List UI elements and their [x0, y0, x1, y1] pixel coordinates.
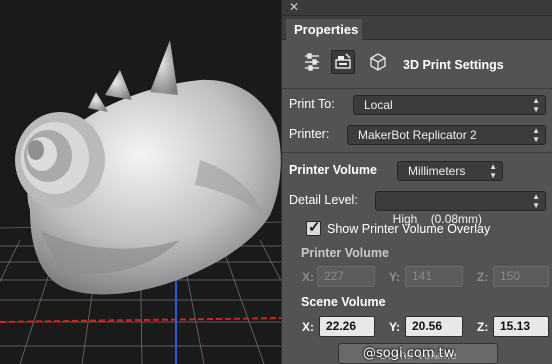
- panel-tab-bar: Properties: [282, 16, 552, 40]
- panel-title-bar: ✕: [282, 0, 552, 16]
- scene-volume-y-label: Y:: [389, 320, 401, 334]
- settings-title: 3D Print Settings: [403, 58, 504, 72]
- chevron-updown-icon: ▲ ▼: [532, 192, 540, 210]
- layers-icon[interactable]: [300, 50, 324, 74]
- show-overlay-label: Show Printer Volume Overlay: [327, 222, 491, 236]
- printer-volume-x-field: 227: [317, 266, 375, 287]
- print-to-value: Local: [364, 98, 393, 112]
- printer-label: Printer:: [289, 127, 330, 141]
- printer-dropdown[interactable]: MakerBot Replicator 2 ▲ ▼: [347, 125, 546, 145]
- divider: [282, 152, 552, 153]
- printer-volume-z-label: Z:: [477, 270, 489, 284]
- divider: [282, 88, 552, 89]
- properties-panel: ✕ Properties 3D Print Settings: [281, 0, 552, 364]
- scene-volume-z-label: Z:: [477, 320, 489, 334]
- scene-volume-y-field[interactable]: 20.56: [405, 316, 463, 337]
- printer-volume-x-label: X:: [302, 270, 314, 284]
- watermark-text: @sogi.com.tw: [363, 346, 455, 361]
- print-to-label: Print To:: [289, 97, 335, 111]
- scene-volume-z-field[interactable]: 15.13: [493, 316, 549, 337]
- tab-properties[interactable]: Properties: [286, 19, 362, 40]
- conch-shell-model[interactable]: [15, 40, 281, 295]
- viewport-canvas[interactable]: [0, 0, 284, 364]
- close-icon[interactable]: ✕: [289, 0, 299, 15]
- chevron-updown-icon: ▲ ▼: [489, 162, 497, 180]
- units-value: Millimeters: [408, 164, 466, 178]
- printer-value: MakerBot Replicator 2: [358, 128, 477, 142]
- print-to-dropdown[interactable]: Local ▲ ▼: [353, 95, 546, 115]
- chevron-updown-icon: ▲ ▼: [532, 96, 540, 114]
- chevron-updown-icon: ▲ ▼: [532, 126, 540, 144]
- printer-volume-heading: Printer Volume: [301, 246, 389, 260]
- units-dropdown[interactable]: Millimeters ▲ ▼: [397, 161, 503, 181]
- 3d-print-settings-icon[interactable]: [331, 50, 355, 74]
- 3d-viewport[interactable]: [0, 0, 284, 364]
- printer-volume-y-field: 141: [405, 266, 463, 287]
- scene-volume-x-label: X:: [302, 320, 314, 334]
- show-overlay-checkbox[interactable]: ✓: [306, 219, 321, 236]
- detail-level-dropdown[interactable]: High (0.08mm) ▲ ▼: [375, 191, 546, 226]
- printer-volume-units-label: Printer Volume: [289, 163, 377, 177]
- x-axis-red: [0, 317, 284, 323]
- scene-volume-x-field[interactable]: 22.26: [319, 316, 375, 337]
- properties-mode-icons: 3D Print Settings: [282, 44, 552, 84]
- detail-level-label: Detail Level:: [289, 193, 358, 207]
- cube-icon[interactable]: [366, 50, 390, 74]
- scene-volume-heading: Scene Volume: [301, 295, 386, 309]
- checkmark-icon: ✓: [308, 219, 321, 236]
- printer-volume-z-field: 150: [493, 266, 549, 287]
- printer-volume-y-label: Y:: [389, 270, 401, 284]
